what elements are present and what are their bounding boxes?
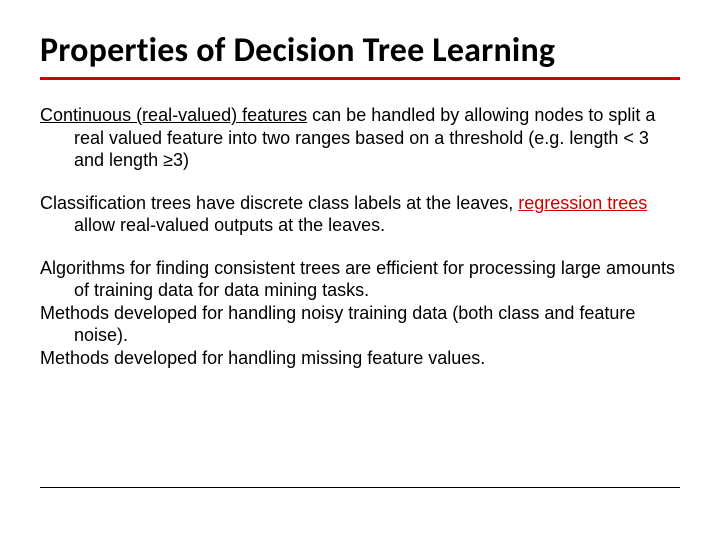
para-algorithms: Algorithms for finding consistent trees … <box>40 257 680 302</box>
para-regression-c: allow real-valued outputs at the leaves. <box>74 215 385 235</box>
slide: Properties of Decision Tree Learning Con… <box>0 0 720 540</box>
slide-body: Continuous (real-valued) features can be… <box>40 104 680 369</box>
term-regression-trees: regression trees <box>518 193 647 213</box>
para-regression-trees: Classification trees have discrete class… <box>40 192 680 237</box>
title-underline <box>40 77 680 80</box>
slide-title: Properties of Decision Tree Learning <box>40 30 680 71</box>
para-regression-a: Classification trees have discrete class… <box>40 193 518 213</box>
term-continuous-features: Continuous (real-valued) features <box>40 105 307 125</box>
para-noisy-data: Methods developed for handling noisy tra… <box>40 302 680 347</box>
para-missing-values: Methods developed for handling missing f… <box>40 347 680 370</box>
footer-rule <box>40 487 680 488</box>
para-continuous-features: Continuous (real-valued) features can be… <box>40 104 680 172</box>
